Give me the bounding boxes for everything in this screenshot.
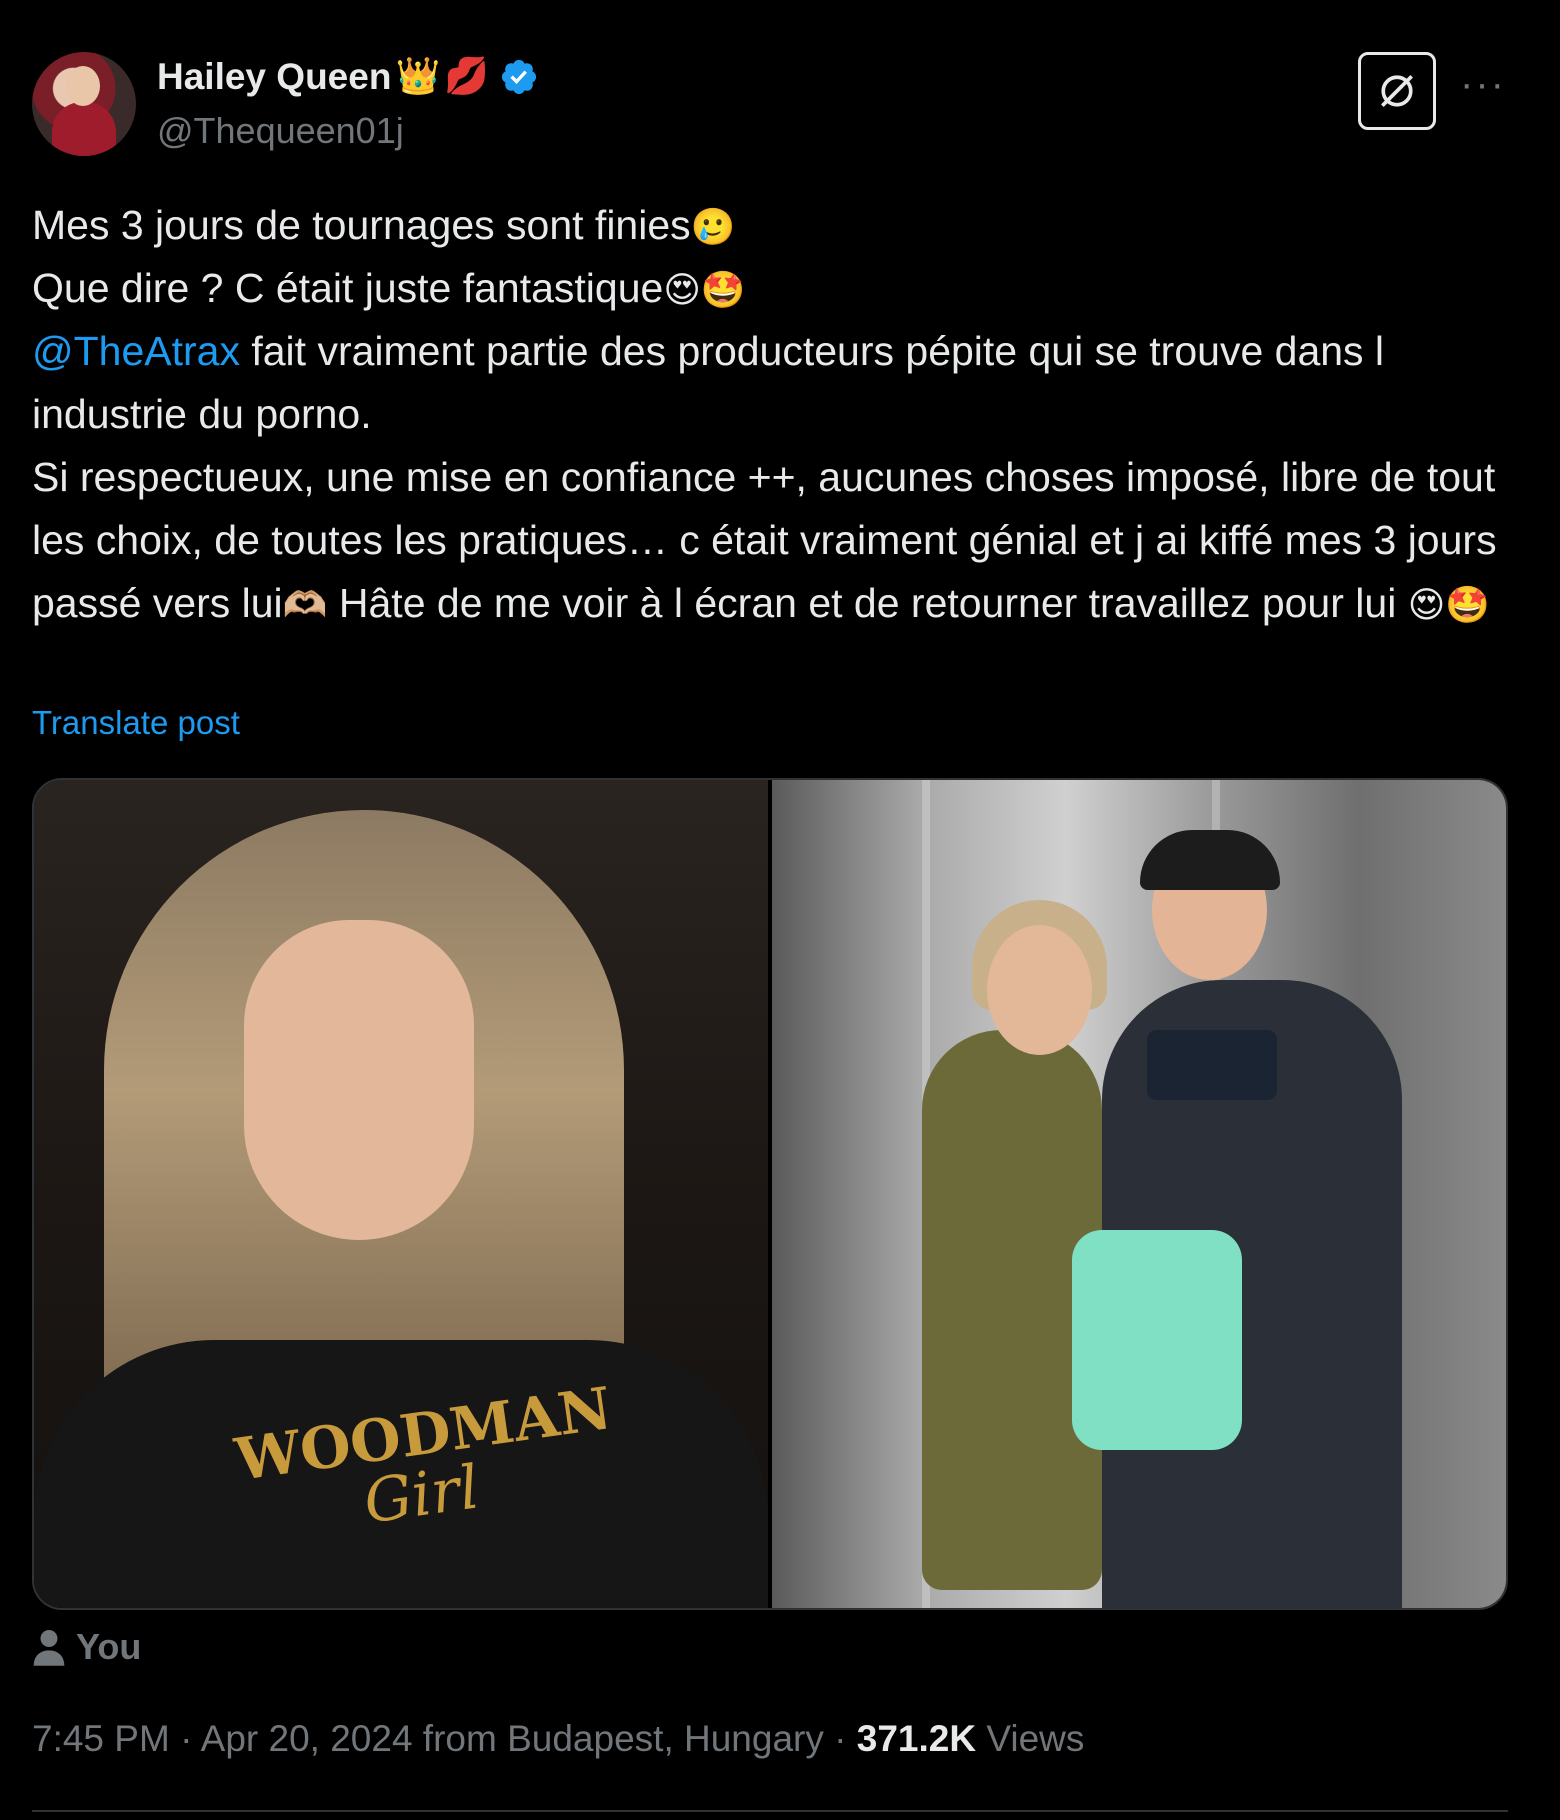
crown-emoji: 👑 xyxy=(395,56,441,97)
media-grid: WOODMAN Girl xyxy=(32,778,1508,1610)
post-line-4-text-2: Hâte de me voir à l écran et de retourne… xyxy=(327,580,1408,626)
heart-eyes-star-struck-emoji: 😍🤩 xyxy=(663,270,746,311)
avatar-figure-face xyxy=(66,66,100,106)
views-count[interactable]: 371.2K xyxy=(857,1718,976,1759)
post-line-3: @TheAtrax fait vraiment partie des produ… xyxy=(32,320,1522,446)
photo-left[interactable]: WOODMAN Girl xyxy=(34,780,768,1608)
photo-right-man-cap xyxy=(1140,830,1280,890)
photo-right-phone xyxy=(1147,1030,1277,1100)
verified-badge-icon[interactable] xyxy=(499,57,539,97)
meta-separator: · xyxy=(169,1718,201,1759)
post-line-4: Si respectueux, une mise en confiance ++… xyxy=(32,446,1522,635)
avatar-figure-body xyxy=(52,102,116,156)
post-header: Hailey Queen 👑 💋 @Thequeen01j ··· xyxy=(32,50,1522,160)
mention-link[interactable]: @TheAtrax xyxy=(32,328,240,374)
kiss-emoji: 💋 xyxy=(444,56,490,97)
more-options-button[interactable]: ··· xyxy=(1460,62,1506,107)
post-line-1-text: Mes 3 jours de tournages sont finies xyxy=(32,202,691,248)
views-label: Views xyxy=(976,1718,1085,1759)
media-tag[interactable]: You xyxy=(32,1626,141,1668)
media-tag-label: You xyxy=(76,1626,142,1667)
divider xyxy=(32,1810,1508,1812)
post-line-2: Que dire ? C était juste fantastique😍🤩 xyxy=(32,257,1522,320)
post-line-1: Mes 3 jours de tournages sont finies🥲 xyxy=(32,194,1522,257)
photo-right[interactable] xyxy=(772,780,1506,1608)
post-meta: 7:45 PM · Apr 20, 2024 from Budapest, Hu… xyxy=(32,1718,1084,1760)
photo-left-face xyxy=(244,920,474,1240)
tear-smile-emoji: 🥲 xyxy=(690,207,736,248)
grok-button[interactable] xyxy=(1358,52,1436,130)
post-time[interactable]: 7:45 PM xyxy=(32,1718,170,1759)
grok-icon xyxy=(1381,75,1413,107)
translate-post-link[interactable]: Translate post xyxy=(32,704,240,742)
photo-right-woman-face xyxy=(987,925,1092,1055)
meta-separator: · xyxy=(823,1718,857,1759)
photo-right-bag xyxy=(1072,1230,1242,1450)
post-date[interactable]: Apr 20, 2024 xyxy=(201,1718,413,1759)
author-handle[interactable]: @Thequeen01j xyxy=(157,110,404,152)
author-name-row[interactable]: Hailey Queen 👑 💋 xyxy=(157,56,539,98)
heart-eyes-star-struck-emoji-2: 😍🤩 xyxy=(1407,585,1491,626)
post-location: from Budapest, Hungary xyxy=(412,1718,824,1759)
author-name[interactable]: Hailey Queen xyxy=(157,56,391,98)
heart-hands-emoji: 🫶🏼 xyxy=(282,585,328,626)
author-avatar[interactable] xyxy=(32,52,136,156)
person-icon xyxy=(33,1630,65,1666)
post-text: Mes 3 jours de tournages sont finies🥲 Qu… xyxy=(32,194,1522,635)
post-line-2-text: Que dire ? C était juste fantastique xyxy=(32,265,664,311)
